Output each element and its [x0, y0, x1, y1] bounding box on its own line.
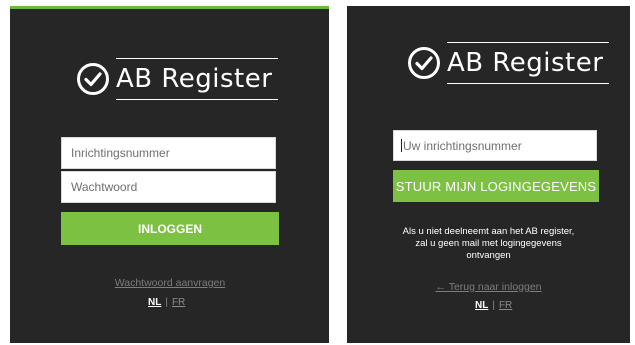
lang-fr-link[interactable]: FR	[172, 297, 185, 308]
language-switcher: NL | FR	[475, 300, 512, 311]
username-field[interactable]: Inrichtingsnummer	[61, 137, 276, 169]
institution-number-field[interactable]: Uw inrichtingsnummer	[393, 130, 597, 161]
info-text: Als u niet deelneemt aan het AB register…	[367, 226, 610, 262]
reset-panel: AB Register Uw inrichtingsnummer STUUR M…	[347, 6, 630, 343]
username-placeholder: Inrichtingsnummer	[71, 146, 170, 160]
institution-number-placeholder: Uw inrichtingsnummer	[403, 138, 522, 153]
login-panel: AB Register Inrichtingsnummer Wachtwoord…	[10, 6, 329, 343]
logo: AB Register	[407, 42, 610, 84]
lang-separator: |	[492, 300, 495, 311]
logo-text: AB Register	[116, 58, 279, 100]
info-line-2: zal u geen mail met logingegevens	[415, 238, 562, 249]
lang-separator: |	[165, 297, 168, 308]
logo-text: AB Register	[447, 42, 610, 84]
password-field[interactable]: Wachtwoord	[61, 171, 276, 203]
lang-nl-link[interactable]: NL	[148, 297, 161, 308]
language-switcher: NL | FR	[148, 297, 185, 308]
lang-fr-link[interactable]: FR	[499, 300, 512, 311]
lang-nl-link[interactable]: NL	[475, 300, 488, 311]
info-line-3: ontvangen	[466, 250, 511, 261]
logo: AB Register	[76, 58, 279, 100]
send-credentials-button[interactable]: STUUR MIJN LOGINGEGEVENS	[393, 170, 599, 202]
back-to-login-link[interactable]: ← Terug naar inloggen	[367, 281, 610, 293]
forgot-password-link[interactable]: Wachtwoord aanvragen	[61, 277, 279, 289]
login-button[interactable]: INLOGGEN	[61, 212, 279, 245]
text-caret	[401, 139, 402, 152]
check-circle-icon	[77, 63, 109, 95]
info-line-1: Als u niet deelneemt aan het AB register…	[402, 226, 575, 237]
check-circle-icon	[408, 47, 440, 79]
password-placeholder: Wachtwoord	[71, 180, 138, 194]
